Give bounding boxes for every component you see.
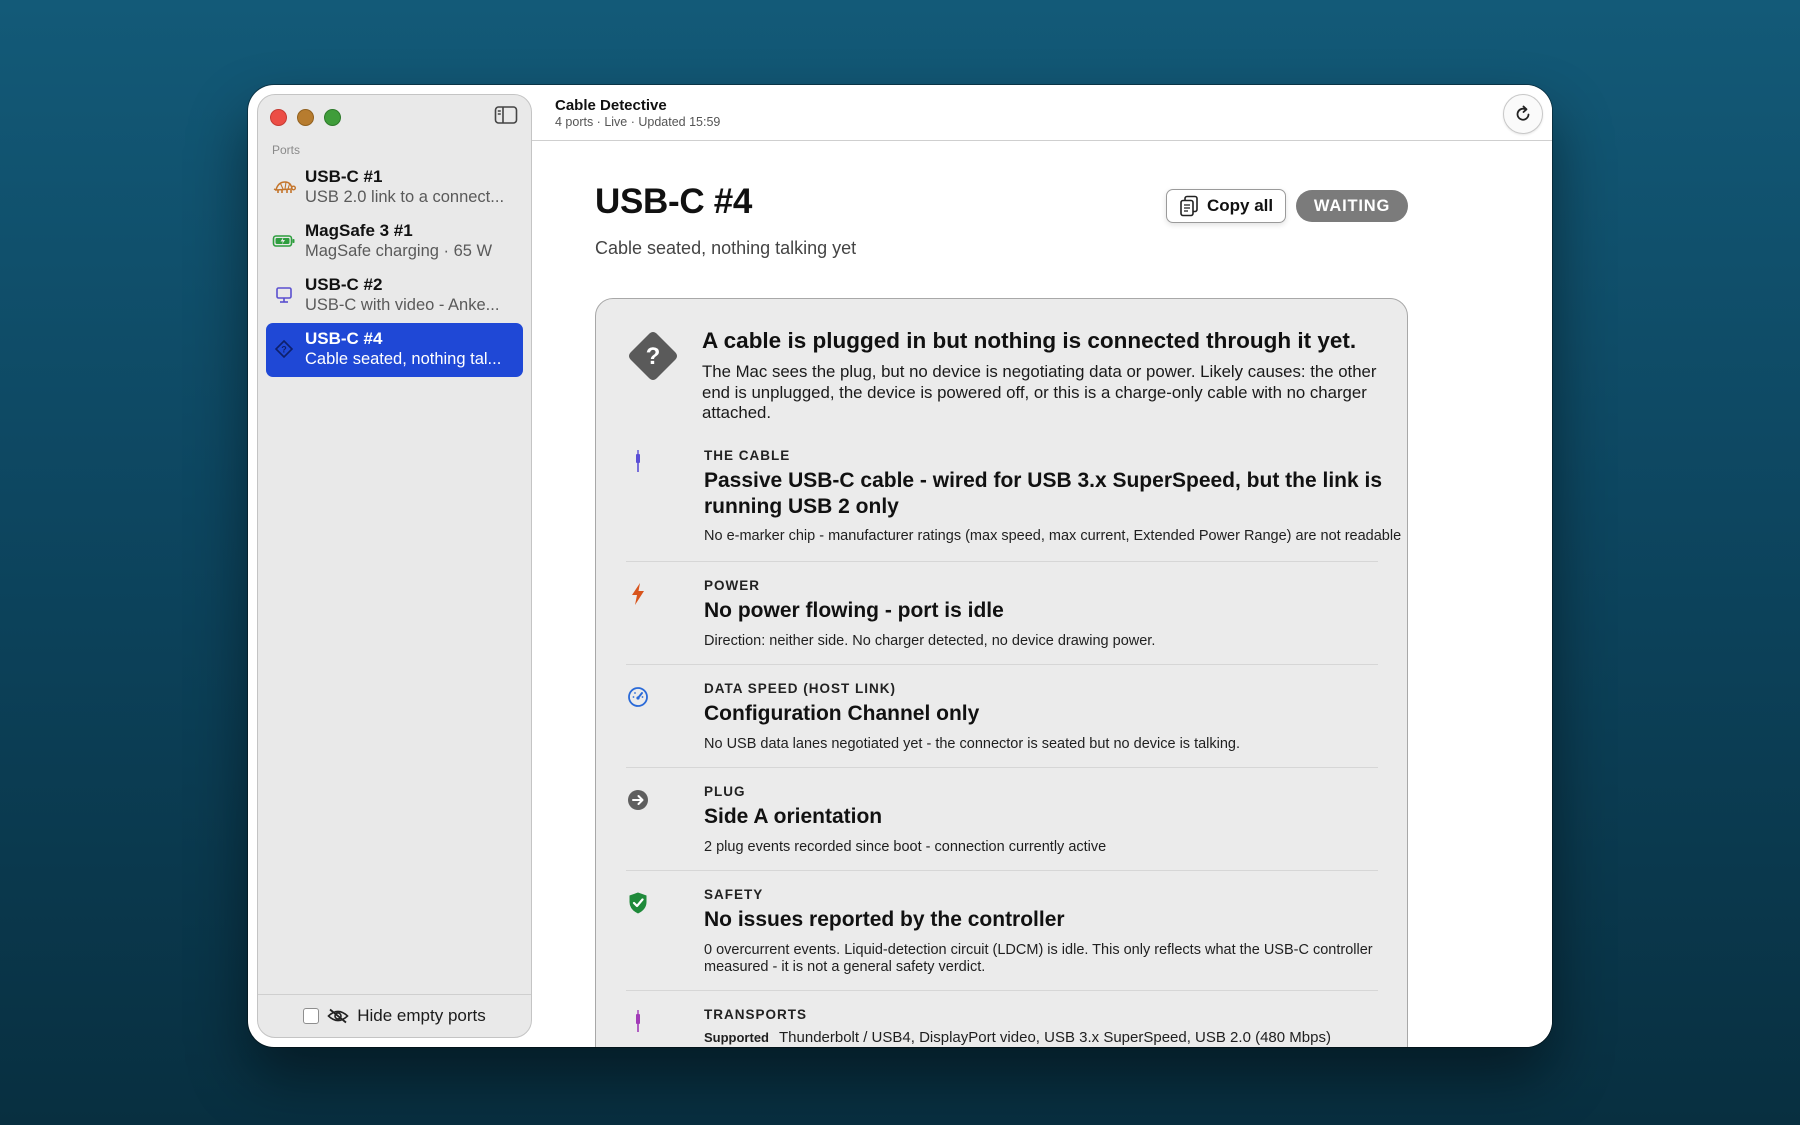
port-subtitle: USB-C with video - Anke... bbox=[305, 296, 500, 314]
minimize-window-button[interactable] bbox=[297, 109, 314, 126]
app-status-line: 4 ports · Live · Updated 15:59 bbox=[555, 115, 721, 129]
port-title: USB-C #1 bbox=[305, 167, 383, 186]
transports-supported: Supported Thunderbolt / USB4, DisplayPort… bbox=[704, 1029, 1404, 1046]
section-label: SAFETY bbox=[704, 887, 764, 902]
sidebar-item-usb-c-1[interactable]: USB-C #1 USB 2.0 link to a connect... bbox=[266, 161, 523, 215]
divider bbox=[626, 561, 1378, 562]
app-title: Cable Detective bbox=[555, 97, 667, 114]
arrow-circle-icon bbox=[628, 790, 648, 810]
copy-all-button[interactable]: Copy all bbox=[1166, 189, 1286, 223]
divider bbox=[626, 870, 1378, 871]
section-value: Passive USB-C cable - wired for USB 3.x … bbox=[704, 469, 1383, 518]
section-value: Configuration Channel only bbox=[704, 702, 980, 725]
detail-pane: USB-C #4 Cable seated, nothing talking y… bbox=[532, 141, 1552, 1047]
section-label: THE CABLE bbox=[704, 448, 791, 463]
sidebar-item-usb-c-2[interactable]: USB-C #2 USB-C with video - Anke... bbox=[266, 269, 523, 323]
section-detail: No USB data lanes negotiated yet - the c… bbox=[704, 736, 1241, 752]
section-detail: 2 plug events recorded since boot - conn… bbox=[704, 839, 1107, 855]
supported-label: Supported bbox=[704, 1030, 769, 1045]
page-subtitle: Cable seated, nothing talking yet bbox=[595, 238, 857, 258]
port-title: USB-C #2 bbox=[305, 275, 383, 294]
divider bbox=[626, 664, 1378, 665]
section-value: No issues reported by the controller bbox=[704, 908, 1065, 931]
app-window: Ports USB-C #1 USB 2.0 link to a connect… bbox=[248, 85, 1552, 1047]
question-diamond-icon: ? bbox=[629, 332, 677, 380]
port-subtitle: MagSafe charging · 65 W bbox=[305, 242, 493, 260]
sidebar-toggle-icon[interactable] bbox=[494, 105, 518, 125]
section-detail: 0 overcurrent events. Liquid-detection c… bbox=[704, 942, 1373, 975]
svg-text:?: ? bbox=[646, 343, 661, 370]
hide-empty-ports-label: Hide empty ports bbox=[357, 1006, 486, 1025]
alert-title: A cable is plugged in but nothing is con… bbox=[702, 328, 1357, 353]
refresh-icon bbox=[1516, 105, 1530, 121]
shield-check-icon bbox=[629, 892, 647, 914]
port-subtitle: Cable seated, nothing tal... bbox=[305, 350, 502, 368]
section-value: Side A orientation bbox=[704, 805, 883, 828]
plug-icon bbox=[636, 1010, 640, 1032]
question-diamond-icon: ? bbox=[274, 339, 294, 359]
divider bbox=[626, 990, 1378, 991]
eye-slash-icon bbox=[327, 1008, 349, 1024]
sidebar-section-label: Ports bbox=[272, 143, 301, 157]
zoom-window-button[interactable] bbox=[324, 109, 341, 126]
summary-card: ? A cable is plugged in but nothing is c… bbox=[595, 298, 1408, 1047]
sidebar-item-usb-c-4[interactable]: ? USB-C #4 Cable seated, nothing tal... bbox=[266, 323, 523, 377]
page-title: USB-C #4 bbox=[595, 182, 753, 221]
section-value: No power flowing - port is idle bbox=[704, 599, 1004, 622]
close-window-button[interactable] bbox=[270, 109, 287, 126]
alert-body: The Mac sees the plug, but no device is … bbox=[702, 362, 1377, 422]
sidebar-item-magsafe-3-1[interactable]: MagSafe 3 #1 MagSafe charging · 65 W bbox=[266, 215, 523, 269]
display-icon bbox=[276, 287, 292, 303]
hide-empty-ports-checkbox[interactable] bbox=[303, 1008, 320, 1024]
copy-all-label: Copy all bbox=[1207, 196, 1274, 215]
section-detail: No e-marker chip - manufacturer ratings … bbox=[704, 528, 1402, 544]
port-subtitle: USB 2.0 link to a connect... bbox=[305, 188, 505, 206]
cable-icon bbox=[636, 450, 640, 472]
divider bbox=[626, 767, 1378, 768]
window-controls bbox=[270, 109, 341, 126]
status-badge: WAITING bbox=[1296, 190, 1408, 222]
hide-empty-ports-toggle[interactable]: Hide empty ports bbox=[258, 994, 531, 1037]
port-title: USB-C #4 bbox=[305, 329, 383, 348]
section-label: DATA SPEED (HOST LINK) bbox=[704, 681, 896, 696]
sidebar: Ports USB-C #1 USB 2.0 link to a connect… bbox=[257, 94, 532, 1038]
gauge-icon bbox=[628, 687, 648, 707]
copy-icon bbox=[1180, 195, 1198, 217]
svg-text:?: ? bbox=[281, 345, 287, 355]
refresh-button[interactable] bbox=[1503, 94, 1543, 134]
supported-list: Thunderbolt / USB4, DisplayPort video, U… bbox=[779, 1029, 1331, 1046]
bolt-icon bbox=[632, 583, 644, 605]
turtle-icon bbox=[273, 181, 296, 193]
section-label: POWER bbox=[704, 578, 761, 593]
toolbar: Cable Detective 4 ports · Live · Updated… bbox=[532, 85, 1552, 141]
port-list: USB-C #1 USB 2.0 link to a connect... Ma… bbox=[266, 161, 523, 377]
section-detail: Direction: neither side. No charger dete… bbox=[704, 633, 1156, 649]
battery-charging-icon bbox=[272, 235, 295, 247]
port-title: MagSafe 3 #1 bbox=[305, 221, 413, 240]
section-label: PLUG bbox=[704, 784, 746, 799]
section-label: TRANSPORTS bbox=[704, 1007, 808, 1022]
